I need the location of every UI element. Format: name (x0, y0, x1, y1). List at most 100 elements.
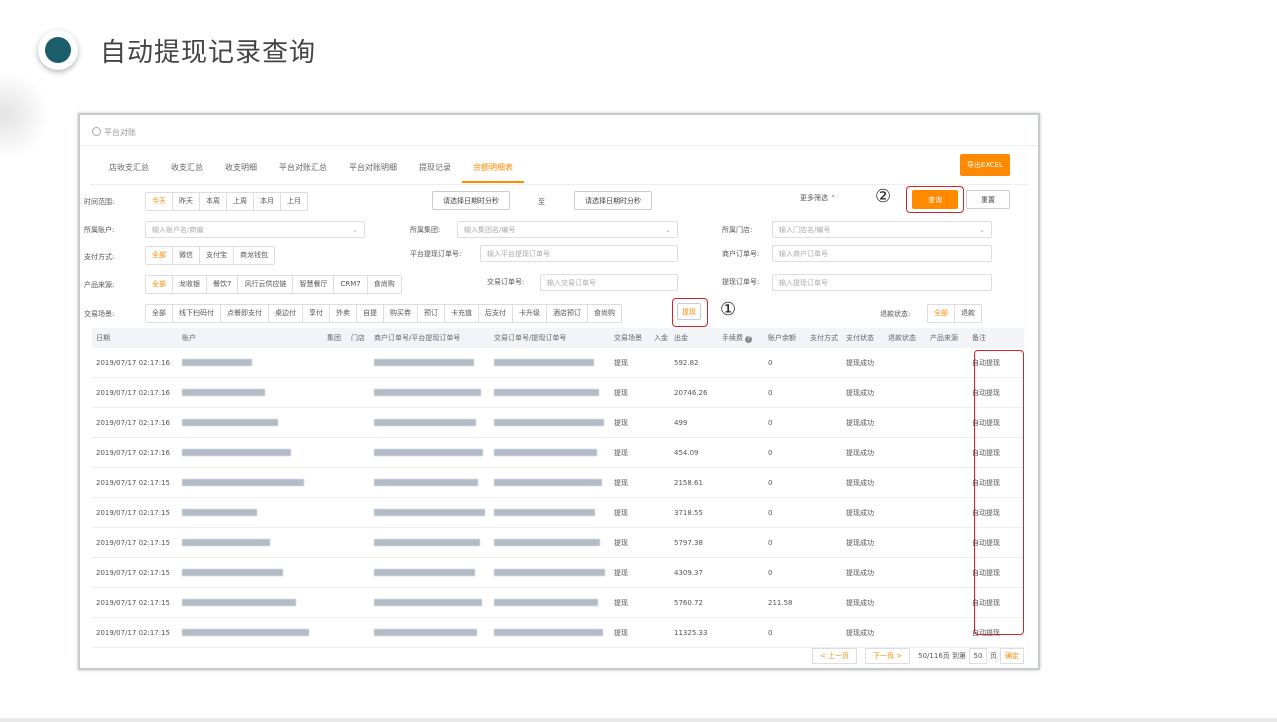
refund-option[interactable]: 退款 (955, 305, 981, 322)
tab-balance-detail[interactable]: 余额明细表 (462, 153, 524, 183)
reset-button[interactable]: 重置 (966, 190, 1010, 209)
pay-option[interactable]: 商龙钱包 (234, 247, 274, 264)
scene-option-withdraw[interactable]: 提现 (677, 303, 701, 320)
refund-status-segment: 全部 退款 (927, 304, 982, 323)
tab-platform-detail[interactable]: 平台对账明细 (338, 153, 408, 183)
pay-option[interactable]: 微信 (173, 247, 200, 264)
source-option[interactable]: 智慧餐厅 (293, 276, 335, 293)
col-scene: 交易场景 (610, 328, 650, 348)
source-option[interactable]: 全部 (146, 276, 173, 293)
tab-income-detail[interactable]: 收支明细 (214, 153, 268, 183)
scene-option[interactable]: 桌边付 (269, 305, 303, 322)
cell-account-redacted (178, 497, 323, 528)
cell-pay-method (806, 497, 842, 528)
next-page-button[interactable]: 下一页 > (865, 648, 911, 664)
scene-option[interactable]: 后支付 (479, 305, 513, 322)
tab-store-summary[interactable]: 店收支汇总 (98, 153, 160, 183)
query-button[interactable]: 查询 (912, 190, 958, 209)
pay-option[interactable]: 全部 (146, 247, 173, 264)
prev-page-button[interactable]: < 上一页 (811, 648, 858, 664)
time-option[interactable]: 上月 (281, 193, 307, 210)
scene-option[interactable]: 全部 (146, 305, 173, 322)
more-filter-toggle[interactable]: 更多筛选 ⌃ (800, 193, 836, 203)
cell-pay-method (806, 587, 842, 618)
source-option[interactable]: CRM7 (334, 276, 368, 293)
cell-fee (718, 587, 764, 618)
trade-scene-segment: 全部 线下扫码付 点餐即支付 桌边付 享付 外卖 自提 购买券 预订 卡充值 后… (145, 304, 622, 323)
col-trade-order: 交易订单号/提现订单号 (490, 328, 610, 348)
cell-product-source (926, 587, 968, 618)
withdraw-order-input[interactable]: 输入提现订单号 (772, 274, 992, 291)
source-option[interactable]: 风行云供应链 (238, 276, 294, 293)
cell-date: 2019/07/17 02:17:15 (92, 617, 178, 648)
pay-option[interactable]: 支付宝 (200, 247, 234, 264)
scene-option[interactable]: 卡升级 (513, 305, 547, 322)
cell-store (347, 467, 370, 498)
tab-income-summary[interactable]: 收支汇总 (160, 153, 214, 183)
table-row: 2019/07/17 02:17:16 提现 499 0 提现成功 自动提现 (92, 407, 1024, 438)
cell-product-source (926, 348, 968, 378)
time-option[interactable]: 上周 (227, 193, 254, 210)
scene-option[interactable]: 购买券 (384, 305, 418, 322)
cell-store (347, 617, 370, 648)
time-option[interactable]: 今天 (146, 193, 173, 210)
cell-refund-status (884, 617, 926, 648)
time-option[interactable]: 昨天 (173, 193, 200, 210)
col-account: 账户 (178, 328, 323, 348)
start-datetime-picker[interactable]: 请选择日期时分秒 (432, 191, 510, 210)
scene-option[interactable]: 自提 (357, 305, 384, 322)
account-select[interactable]: 输入账户名/商编 ⌄ (145, 221, 365, 238)
platform-order-input[interactable]: 输入平台提现订单号 (480, 245, 678, 262)
end-datetime-picker[interactable]: 请选择日期时分秒 (574, 191, 652, 210)
cell-pay-method (806, 348, 842, 378)
cell-date: 2019/07/17 02:17:16 (92, 437, 178, 468)
scene-option[interactable]: 点餐即支付 (221, 305, 269, 322)
scene-option[interactable]: 酒店预订 (547, 305, 588, 322)
store-select[interactable]: 输入门店名/编号 ⌄ (772, 221, 992, 238)
cell-scene: 提现 (610, 497, 650, 528)
scene-option[interactable]: 卡充值 (445, 305, 479, 322)
tab-withdraw-records[interactable]: 提现记录 (408, 153, 462, 183)
source-option[interactable]: 龙收银 (173, 276, 207, 293)
source-option[interactable]: 食尚购 (368, 276, 401, 293)
col-store: 门店 (347, 328, 370, 348)
source-option[interactable]: 餐饮7 (207, 276, 239, 293)
page-title: 自动提现记录查询 (100, 38, 317, 68)
redacted-text (182, 569, 283, 576)
cell-merchant-order-redacted (370, 407, 490, 438)
cell-product-source (926, 527, 968, 558)
cell-account-redacted (178, 527, 323, 558)
account-label: 所属账户: (84, 226, 115, 234)
pay-method-segment: 全部 微信 支付宝 商龙钱包 (145, 246, 275, 265)
redacted-text (182, 599, 296, 606)
tab-platform-summary[interactable]: 平台对账汇总 (268, 153, 338, 183)
scene-option[interactable]: 预订 (418, 305, 445, 322)
scene-option[interactable]: 外卖 (330, 305, 357, 322)
refund-option[interactable]: 全部 (928, 305, 955, 322)
cell-scene: 提现 (610, 348, 650, 378)
redacted-text (182, 449, 291, 456)
cell-balance: 0 (764, 497, 806, 528)
redacted-text (182, 539, 270, 546)
scene-option[interactable]: 食尚购 (588, 305, 621, 322)
cell-pay-status: 提现成功 (842, 557, 884, 588)
dropdown-arrow-icon: ⌄ (352, 226, 358, 234)
go-page-button[interactable]: 确定 (1000, 648, 1024, 664)
trade-scene-label: 交易场景: (84, 310, 115, 318)
scene-option[interactable]: 享付 (303, 305, 330, 322)
cell-income (650, 617, 670, 648)
cell-group (323, 527, 347, 558)
scene-option[interactable]: 线下扫码付 (173, 305, 221, 322)
time-option[interactable]: 本月 (254, 193, 281, 210)
cell-income (650, 527, 670, 558)
export-excel-button[interactable]: 导出EXCEL (960, 154, 1010, 176)
merchant-order-input[interactable]: 输入商户订单号 (772, 245, 992, 262)
help-icon[interactable]: ? (745, 336, 753, 343)
group-select[interactable]: 输入集团名/编号 ⌄ (457, 221, 678, 238)
page-number-input[interactable]: 50 (969, 648, 987, 664)
trade-order-input[interactable]: 输入交易订单号 (540, 274, 678, 291)
trade-order-label: 交易订单号: (487, 278, 525, 286)
cell-pay-status: 提现成功 (842, 437, 884, 468)
cell-group (323, 587, 347, 618)
time-option[interactable]: 本周 (200, 193, 227, 210)
